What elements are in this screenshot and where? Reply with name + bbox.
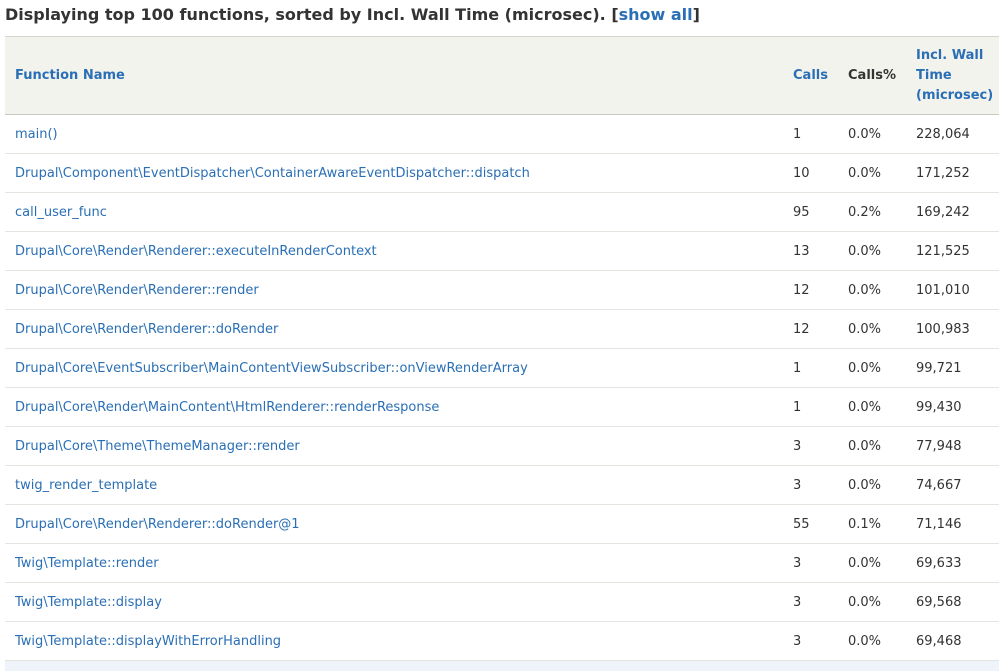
column-header-function-name[interactable]: Function Name — [5, 36, 783, 115]
table-body: main() 1 0.0% 228,064 Drupal\Component\Event… — [5, 115, 999, 661]
function-name-cell: Twig\Template::display — [5, 583, 783, 622]
functions-table: Function Name Calls Calls% Incl. Wall Ti… — [5, 36, 999, 661]
table-row: Drupal\Component\EventDispatcher\Contain… — [5, 154, 999, 193]
calls-pct-cell: 0.0% — [848, 438, 882, 454]
calls-pct-cell: 0.0% — [848, 555, 882, 571]
table-row: Drupal\Core\Render\Renderer::render 12 0.0… — [5, 271, 999, 310]
incl-wall-time-cell: 69,468 — [916, 633, 962, 649]
incl-wall-time-cell: 74,667 — [916, 477, 962, 493]
table-row: Drupal\Core\Render\Renderer::doRender 12 0… — [5, 310, 999, 349]
function-name-cell: Drupal\Core\Render\Renderer::executeInRe… — [5, 232, 783, 271]
incl-wall-time-cell: 101,010 — [916, 282, 970, 298]
calls-pct-cell: 0.0% — [848, 165, 882, 181]
function-name-link[interactable]: Drupal\Core\Render\Renderer::doRender@1 — [15, 517, 300, 532]
function-name-cell: Drupal\Core\EventSubscriber\MainContentV… — [5, 349, 783, 388]
function-name-link[interactable]: Drupal\Core\Render\Renderer::executeInRe… — [15, 244, 377, 259]
table-row: twig_render_template 3 0.0% 74,667 — [5, 466, 999, 505]
calls-cell: 12 — [793, 321, 810, 337]
calls-pct-cell: 0.0% — [848, 360, 882, 376]
calls-pct-cell: 0.2% — [848, 204, 882, 220]
table-row: Drupal\Core\EventSubscriber\MainContentV… — [5, 349, 999, 388]
calls-pct-cell: 0.1% — [848, 516, 882, 532]
calls-cell: 10 — [793, 165, 810, 181]
function-name-cell: Drupal\Core\Render\Renderer::doRender@1 — [5, 505, 783, 544]
incl-wall-time-cell: 69,633 — [916, 555, 962, 571]
calls-cell: 1 — [793, 126, 802, 142]
calls-pct-cell: 0.0% — [848, 243, 882, 259]
show-all-link[interactable]: show all — [619, 5, 693, 24]
function-name-cell: Drupal\Core\Render\MainContent\HtmlRende… — [5, 388, 783, 427]
incl-wall-time-cell: 228,064 — [916, 126, 970, 142]
function-name-cell: Drupal\Core\Render\Renderer::doRender — [5, 310, 783, 349]
incl-wall-time-cell: 171,252 — [916, 165, 970, 181]
function-name-cell: main() — [5, 115, 783, 154]
function-name-cell: call_user_func — [5, 193, 783, 232]
calls-pct-cell: 0.0% — [848, 282, 882, 298]
incl-wall-time-cell: 71,146 — [916, 516, 962, 532]
function-name-cell: Twig\Template::displayWithErrorHandling — [5, 622, 783, 661]
table-row-partial — [5, 661, 999, 671]
calls-cell: 3 — [793, 438, 802, 454]
table-header-row: Function Name Calls Calls% Incl. Wall Ti… — [5, 36, 999, 115]
function-name-cell: Drupal\Core\Render\Renderer::render — [5, 271, 783, 310]
table-header: Function Name Calls Calls% Incl. Wall Ti… — [5, 36, 999, 115]
incl-wall-time-cell: 69,568 — [916, 594, 962, 610]
incl-wall-time-cell: 100,983 — [916, 321, 970, 337]
function-name-link[interactable]: Twig\Template::display — [15, 595, 162, 610]
table-row: Drupal\Core\Render\Renderer::doRender@1 5… — [5, 505, 999, 544]
table-row: Drupal\Core\Render\Renderer::executeInRe… — [5, 232, 999, 271]
calls-cell: 1 — [793, 360, 802, 376]
calls-cell: 13 — [793, 243, 810, 259]
table-row: Drupal\Core\Theme\ThemeManager::render 3 0… — [5, 427, 999, 466]
function-name-link[interactable]: Drupal\Core\Theme\ThemeManager::render — [15, 439, 300, 454]
function-name-link[interactable]: Twig\Template::displayWithErrorHandling — [15, 634, 281, 649]
function-name-cell: Twig\Template::render — [5, 544, 783, 583]
function-name-link[interactable]: Twig\Template::render — [15, 556, 159, 571]
calls-cell: 1 — [793, 399, 802, 415]
calls-pct-cell: 0.0% — [848, 321, 882, 337]
incl-wall-time-cell: 121,525 — [916, 243, 970, 259]
table-row: main() 1 0.0% 228,064 — [5, 115, 999, 154]
calls-cell: 3 — [793, 594, 802, 610]
function-name-link[interactable]: Drupal\Core\EventSubscriber\MainContentV… — [15, 361, 528, 376]
calls-cell: 3 — [793, 633, 802, 649]
function-name-link[interactable]: twig_render_template — [15, 478, 157, 493]
function-name-link[interactable]: call_user_func — [15, 205, 107, 220]
function-name-cell: Drupal\Core\Theme\ThemeManager::render — [5, 427, 783, 466]
calls-pct-cell: 0.0% — [848, 594, 882, 610]
column-header-incl-wall-time[interactable]: Incl. Wall Time (microsec) — [906, 36, 999, 115]
calls-cell: 55 — [793, 516, 810, 532]
page-heading: Displaying top 100 functions, sorted by … — [5, 5, 700, 24]
calls-pct-cell: 0.0% — [848, 633, 882, 649]
table-row: Twig\Template::displayWithErrorHandling 3… — [5, 622, 999, 661]
heading-suffix: ] — [692, 5, 700, 24]
column-header-calls[interactable]: Calls — [783, 36, 838, 115]
calls-pct-cell: 0.0% — [848, 477, 882, 493]
function-name-link[interactable]: Drupal\Core\Render\Renderer::doRender — [15, 322, 278, 337]
incl-wall-time-cell: 99,430 — [916, 399, 962, 415]
column-header-calls-pct: Calls% — [838, 36, 906, 115]
calls-cell: 3 — [793, 477, 802, 493]
table-row: Twig\Template::render 3 0.0% 69,633 — [5, 544, 999, 583]
table-row: Twig\Template::display 3 0.0% 69,568 — [5, 583, 999, 622]
function-name-cell: Drupal\Component\EventDispatcher\Contain… — [5, 154, 783, 193]
incl-wall-time-cell: 99,721 — [916, 360, 962, 376]
table-row: call_user_func 95 0.2% 169,242 — [5, 193, 999, 232]
calls-pct-cell: 0.0% — [848, 399, 882, 415]
calls-cell: 12 — [793, 282, 810, 298]
heading-text: Displaying top 100 functions, sorted by … — [5, 5, 619, 24]
calls-cell: 95 — [793, 204, 810, 220]
function-name-link[interactable]: Drupal\Core\Render\MainContent\HtmlRende… — [15, 400, 439, 415]
calls-pct-cell: 0.0% — [848, 126, 882, 142]
function-name-cell: twig_render_template — [5, 466, 783, 505]
function-name-link[interactable]: Drupal\Component\EventDispatcher\Contain… — [15, 166, 530, 181]
calls-cell: 3 — [793, 555, 802, 571]
functions-table-container: Function Name Calls Calls% Incl. Wall Ti… — [5, 36, 999, 661]
function-name-link[interactable]: main() — [15, 127, 58, 142]
function-name-link[interactable]: Drupal\Core\Render\Renderer::render — [15, 283, 259, 298]
incl-wall-time-cell: 169,242 — [916, 204, 970, 220]
incl-wall-time-cell: 77,948 — [916, 438, 962, 454]
table-row: Drupal\Core\Render\MainContent\HtmlRende… — [5, 388, 999, 427]
